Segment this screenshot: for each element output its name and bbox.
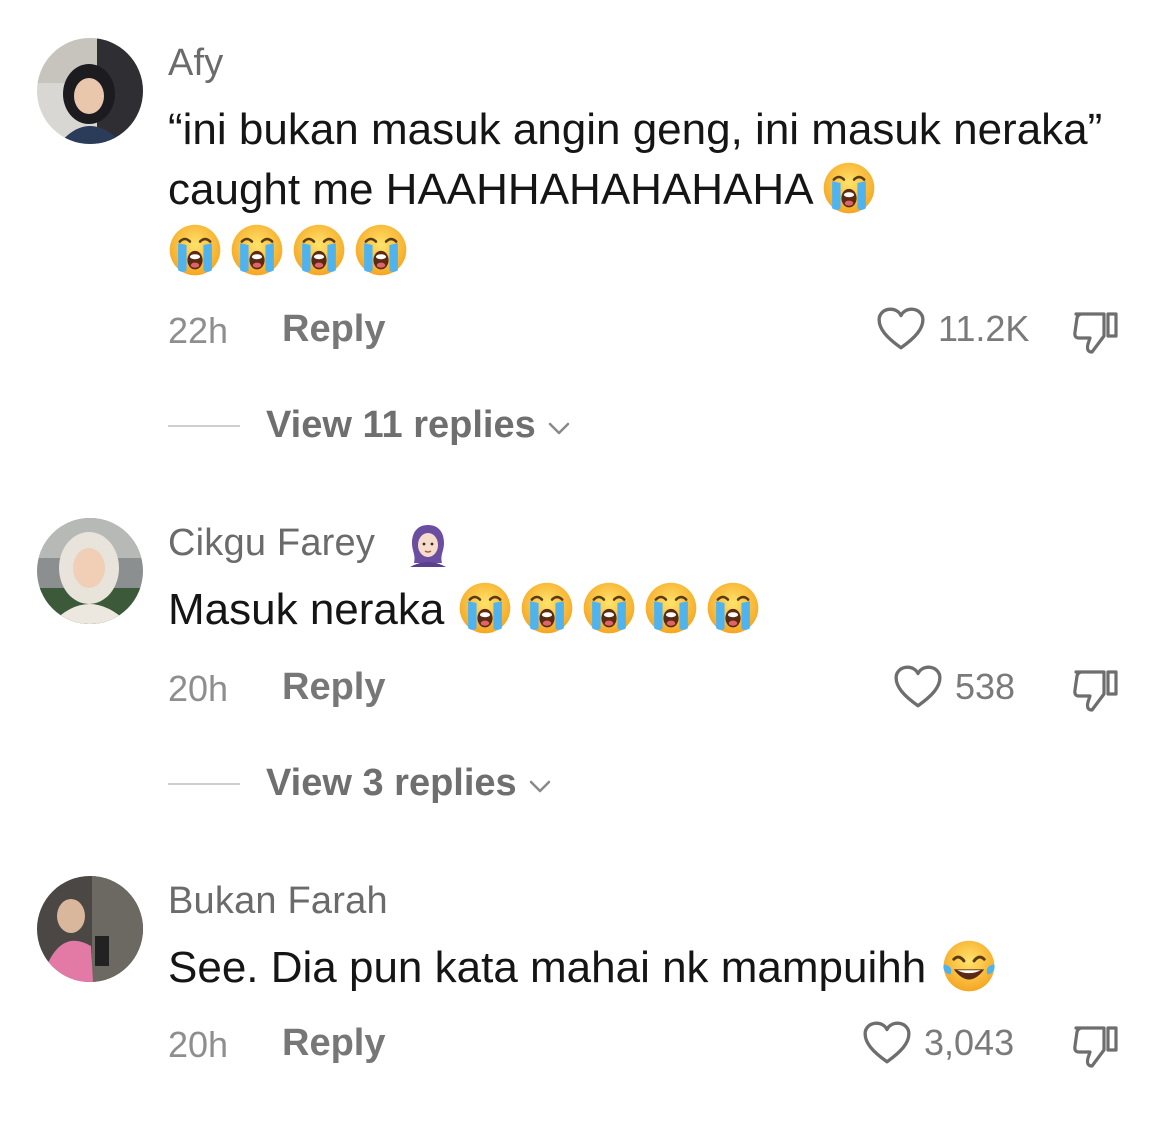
woman-with-headscarf-icon (409, 524, 446, 567)
username[interactable]: Afy (168, 42, 224, 85)
heart-icon (863, 1021, 911, 1064)
avatar[interactable] (37, 876, 143, 982)
timestamp: 20h (168, 1024, 229, 1065)
comment-text: “ini bukan masuk angin geng, ini masuk n… (168, 100, 1128, 282)
avatar[interactable] (37, 518, 143, 624)
face-with-tears-of-joy-icon (942, 939, 996, 993)
like-count: 11.2K (938, 308, 1030, 349)
username-label: Cikgu Farey (168, 522, 376, 564)
heart-icon (894, 665, 942, 708)
comment-text-content: See. Dia pun kata mahai nk mampuihh (168, 943, 927, 992)
loudly-crying-face-icon (822, 161, 876, 215)
loudly-crying-face-icon (168, 223, 222, 277)
chevron-down-icon (548, 422, 569, 434)
like-button[interactable]: 538 (893, 664, 1015, 710)
comment-text: Masuk neraka (168, 580, 1128, 640)
dislike-icon[interactable] (1070, 306, 1122, 358)
comment-text-content: “ini bukan masuk angin geng, ini masuk n… (168, 105, 1103, 214)
like-button[interactable]: 3,043 (862, 1020, 1014, 1066)
comment-text: See. Dia pun kata mahai nk mampuihh (168, 938, 1128, 998)
username[interactable]: Bukan Farah (168, 880, 388, 923)
timestamp: 20h (168, 668, 229, 709)
loudly-crying-face-icon (706, 581, 760, 635)
chevron-down-icon (529, 780, 550, 792)
reply-button[interactable]: Reply (282, 1022, 385, 1065)
loudly-crying-face-icon (520, 581, 574, 635)
divider (168, 782, 240, 785)
avatar[interactable] (37, 38, 143, 144)
like-button[interactable]: 11.2K (876, 306, 1029, 352)
timestamp: 22h (168, 310, 229, 351)
like-count: 3,043 (924, 1022, 1015, 1063)
comment-text-content: Masuk neraka (168, 585, 445, 634)
loudly-crying-face-icon (582, 581, 636, 635)
heart-icon (877, 307, 925, 350)
loudly-crying-face-icon (230, 223, 284, 277)
loudly-crying-face-icon (644, 581, 698, 635)
reply-button[interactable]: Reply (282, 666, 385, 709)
comments-list: Afy “ini bukan masuk angin geng, ini mas… (0, 0, 1169, 1126)
view-replies-button[interactable]: View 3 replies (168, 762, 555, 805)
divider (168, 424, 240, 427)
like-count: 538 (955, 666, 1016, 707)
loudly-crying-face-icon (458, 581, 512, 635)
reply-button[interactable]: Reply (282, 308, 385, 351)
dislike-icon[interactable] (1070, 664, 1122, 716)
loudly-crying-face-icon (292, 223, 346, 277)
view-replies-button[interactable]: View 11 replies (168, 404, 574, 447)
dislike-icon[interactable] (1070, 1020, 1122, 1072)
username[interactable]: Cikgu Farey (168, 522, 448, 567)
view-replies-label: View 11 replies (266, 404, 536, 446)
view-replies-label: View 3 replies (266, 762, 517, 804)
loudly-crying-face-icon (354, 223, 408, 277)
